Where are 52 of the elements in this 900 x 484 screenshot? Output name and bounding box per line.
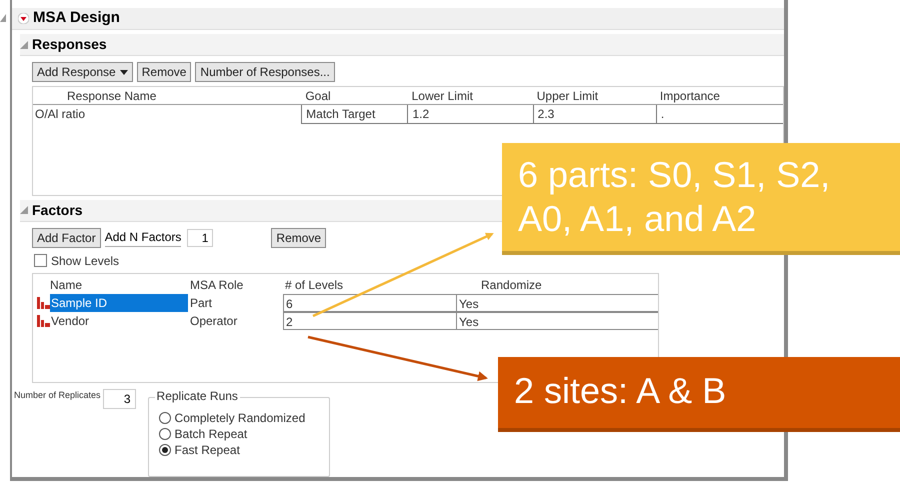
column-header: Upper Limit: [536, 89, 598, 103]
field-label: Add N Factors: [104, 228, 182, 248]
disclosure-icon[interactable]: [20, 206, 28, 214]
table-cell-text: Part: [189, 294, 214, 312]
section-title: Factors: [32, 200, 83, 220]
column-header: Goal: [305, 89, 331, 103]
column-header: MSA Role: [190, 278, 244, 292]
table-cell[interactable]: .: [656, 105, 783, 124]
toolbar-button[interactable]: Add Factor: [32, 228, 101, 248]
radio-button[interactable]: [158, 444, 171, 456]
section-title: Responses: [32, 35, 107, 54]
radio-button[interactable]: [158, 412, 171, 424]
column-header: Randomize: [481, 278, 542, 292]
window-title: MSA Design: [33, 8, 120, 28]
field-label: Number of Replicates: [14, 389, 101, 402]
callout-text: 2 sites: A & B: [514, 369, 728, 413]
group-title: Replicate Runs: [154, 390, 240, 402]
dropdown-button[interactable]: Add Response: [32, 62, 133, 82]
number-field[interactable]: 3: [102, 389, 136, 409]
column-header: Response Name: [67, 89, 156, 103]
table-cell-text: O/Al ratio: [34, 106, 86, 123]
number-field[interactable]: 1: [187, 228, 214, 247]
table-cell[interactable]: Yes: [456, 312, 658, 330]
toolbar-button[interactable]: Number of Responses...: [195, 62, 335, 82]
column-header: Lower Limit: [412, 89, 473, 103]
column-header: Importance: [660, 89, 720, 103]
table-cell-text: Operator: [189, 312, 238, 330]
bar-chart-icon: [37, 296, 50, 309]
table-cell[interactable]: 6: [283, 294, 456, 312]
radio-label: Completely Randomized: [174, 410, 306, 427]
caret-icon: [120, 70, 128, 74]
column-header: Name: [50, 278, 82, 292]
table-cell[interactable]: Match Target: [301, 105, 408, 124]
checkbox[interactable]: [34, 254, 47, 268]
toolbar-button[interactable]: Remove: [271, 228, 326, 248]
callout-text: 6 parts: S0, S1, S2, A0, A1, and A2: [518, 153, 832, 241]
table-cell[interactable]: 2: [283, 312, 456, 330]
radio-label: Fast Repeat: [174, 442, 240, 459]
menu-triangle-icon[interactable]: [18, 13, 29, 24]
table-cell[interactable]: 1.2: [407, 105, 533, 124]
factor-name-cell[interactable]: Sample ID: [50, 294, 188, 312]
collapse-handle-icon[interactable]: [0, 14, 6, 22]
bar-chart-icon: [37, 314, 50, 327]
checkbox-label: Show Levels: [51, 252, 120, 270]
toolbar-button[interactable]: Remove: [136, 62, 192, 82]
column-header: # of Levels: [285, 278, 344, 292]
radio-label: Batch Repeat: [174, 426, 248, 443]
disclosure-icon[interactable]: [20, 40, 28, 48]
factor-name-cell[interactable]: Vendor: [50, 312, 188, 330]
table-cell[interactable]: 2.3: [532, 105, 656, 124]
radio-button[interactable]: [158, 428, 171, 440]
table-cell[interactable]: Yes: [456, 294, 658, 312]
